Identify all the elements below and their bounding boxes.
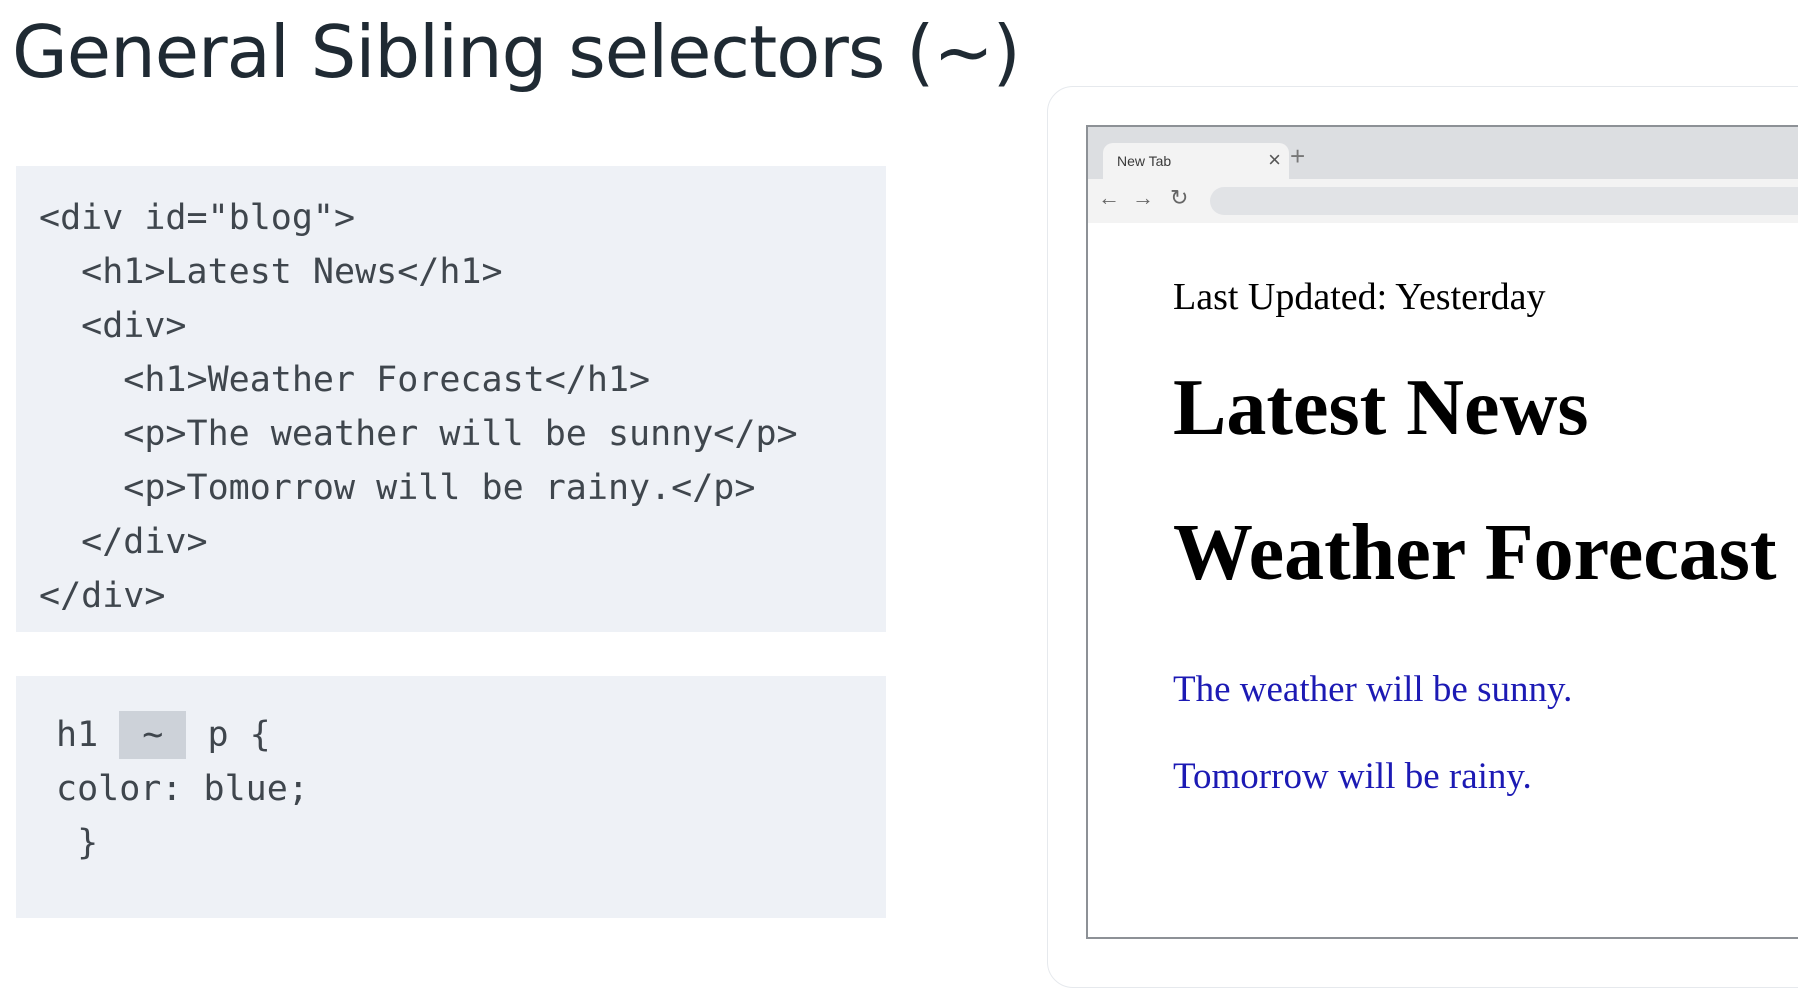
code-line: </div> [39,576,166,616]
browser-toolbar: ← → ↻ [1088,179,1798,223]
css-selector-h1: h1 [56,715,120,755]
combinator-highlight: ~ [119,711,187,759]
heading-latest-news: Latest News [1173,364,1589,452]
page-viewport: Last Updated: Yesterday Latest News Weat… [1088,223,1798,937]
html-code-block: <div id="blog"> <h1>Latest News</h1> <di… [16,166,886,632]
code-line: <div id="blog"> [39,198,356,238]
code-line: <h1>Weather Forecast</h1> [39,360,651,400]
code-line: <p>The weather will be sunny</p> [39,414,798,454]
heading-weather-forecast: Weather Forecast [1173,509,1777,597]
new-tab-icon[interactable]: + [1290,141,1305,172]
last-updated-text: Last Updated: Yesterday [1173,276,1546,318]
tab-strip: New Tab × + [1088,127,1798,179]
css-selector-p: p { [186,715,271,755]
tab-new-tab[interactable]: New Tab × [1103,143,1289,179]
reload-icon[interactable]: ↻ [1170,185,1188,211]
css-selector-line: h1 ~ p { [56,708,271,762]
code-line: <p>Tomorrow will be rainy.</p> [39,468,756,508]
paragraph-rainy: Tomorrow will be rainy. [1173,756,1532,797]
css-code-block: h1 ~ p { color: blue; } [16,676,886,918]
address-bar[interactable] [1210,187,1798,215]
paragraph-sunny: The weather will be sunny. [1173,669,1573,710]
code-line: <div> [39,306,187,346]
slide-title: General Sibling selectors (~) [12,10,1021,94]
code-line: <h1>Latest News</h1> [39,252,503,292]
code-line: </div> [39,522,208,562]
forward-arrow-icon[interactable]: → [1132,185,1154,211]
tab-label: New Tab [1117,153,1172,169]
css-closing-brace: } [56,823,99,863]
css-declaration: color: blue; [56,769,309,809]
back-arrow-icon[interactable]: ← [1098,185,1120,211]
close-icon[interactable]: × [1268,147,1281,173]
browser-window: New Tab × + ← → ↻ Last Updated: Yesterda… [1086,125,1798,939]
